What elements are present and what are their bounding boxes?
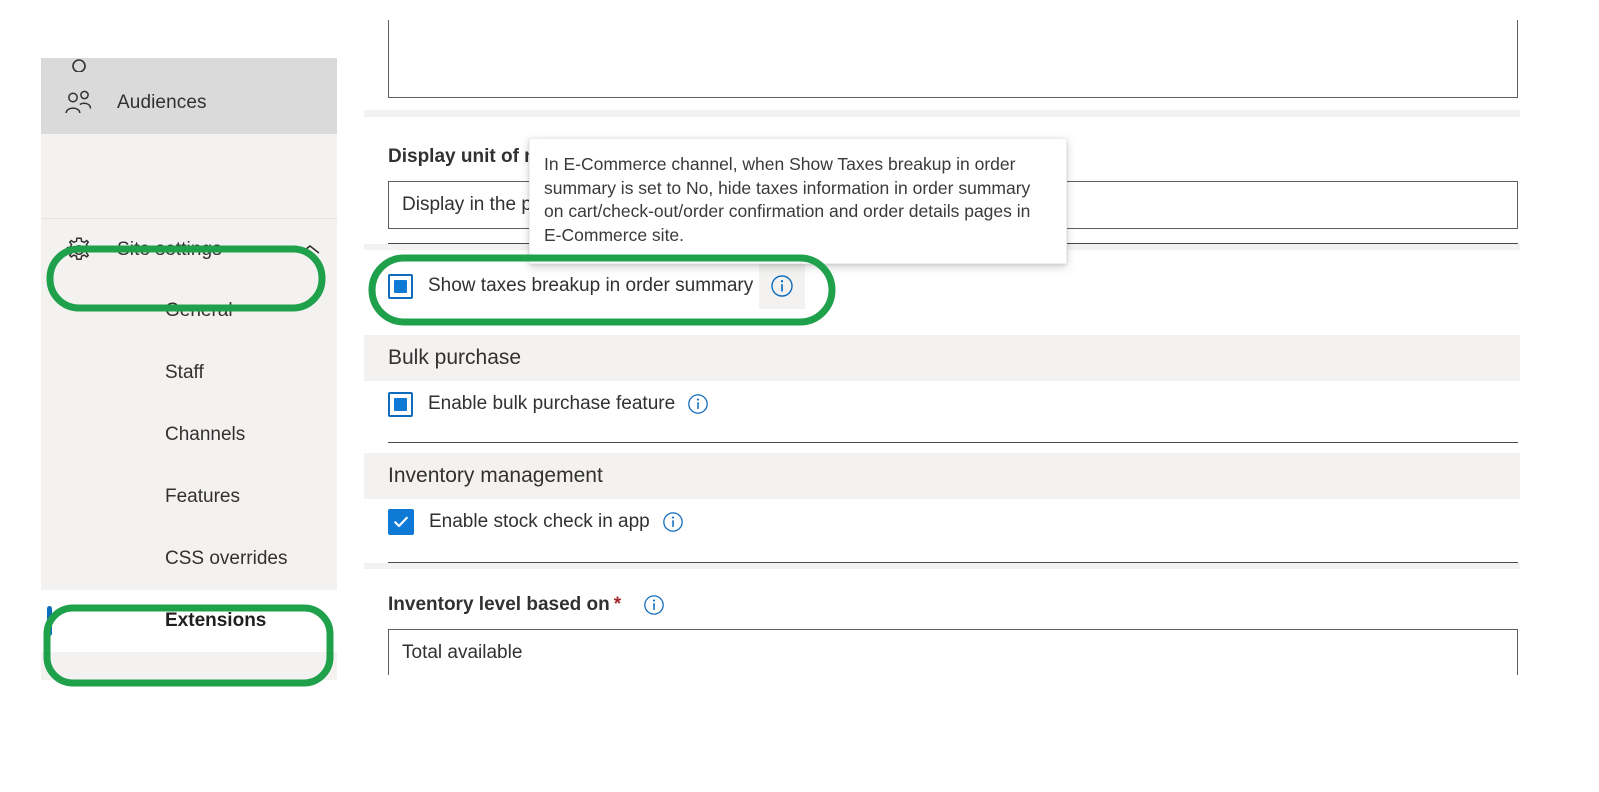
sidebar-item-css-overrides[interactable]: CSS overrides [41, 528, 337, 590]
sidebar-item-partial-above[interactable] [41, 58, 337, 72]
sidebar-navigation: Audiences Site settings General Staff Ch… [41, 58, 337, 680]
sidebar-item-label: Extensions [165, 610, 267, 631]
inventory-level-field-label: Inventory level based on * [388, 594, 665, 616]
enable-bulk-purchase-checkbox[interactable] [388, 391, 413, 417]
info-icon[interactable] [759, 263, 806, 309]
sidebar-item-label: Channels [165, 424, 246, 445]
enable-stock-check-checkbox[interactable] [388, 509, 414, 535]
sidebar-item-label: General [165, 300, 233, 321]
show-taxes-breakup-label: Show taxes breakup in order summary [428, 275, 754, 296]
sidebar-subitem-css-overrides-wrap: CSS overrides [41, 528, 337, 590]
inventory-level-value: Total available [402, 641, 523, 663]
sidebar-item-staff[interactable]: Staff [41, 342, 337, 404]
sidebar-item-general[interactable]: General [41, 280, 337, 342]
checkmark-icon [394, 516, 408, 528]
sidebar-subitem-extensions-wrap: Extensions [41, 590, 337, 652]
gear-icon [41, 235, 117, 265]
sidebar-item-label: Features [165, 486, 240, 507]
stock-check-row[interactable]: Enable stock check in app [388, 502, 684, 542]
section-divider-1 [364, 110, 1520, 117]
partial-icon [41, 58, 117, 72]
bulk-purchase-section-header: Bulk purchase [364, 335, 1520, 381]
inventory-level-input[interactable]: Total available [388, 629, 1518, 675]
sidebar-item-audiences[interactable]: Audiences [41, 72, 337, 134]
sidebar-subitem-features-wrap: Features [41, 466, 337, 528]
enable-stock-check-label: Enable stock check in app [429, 511, 650, 532]
required-asterisk: * [613, 594, 622, 615]
chevron-up-icon[interactable] [283, 243, 337, 257]
sidebar-item-channels[interactable]: Channels [41, 404, 337, 466]
sidebar-subitem-general-wrap: General [41, 280, 337, 342]
selected-indicator-bar [47, 606, 52, 636]
sidebar-item-label: CSS overrides [165, 548, 288, 569]
info-icon[interactable] [662, 511, 684, 533]
people-icon [41, 90, 117, 116]
inventory-management-section-header: Inventory management [364, 453, 1520, 499]
section-title: Bulk purchase [388, 346, 522, 369]
sidebar-subitem-staff-wrap: Staff [41, 342, 337, 404]
info-icon[interactable] [687, 393, 709, 415]
show-taxes-breakup-checkbox[interactable] [388, 273, 413, 299]
sidebar-item-label: Site settings [117, 238, 222, 260]
bulk-purchase-row[interactable]: Enable bulk purchase feature [388, 384, 709, 424]
sidebar-item-extensions[interactable]: Extensions [41, 590, 337, 652]
section-divider-3 [364, 563, 1520, 569]
show-taxes-breakup-row[interactable]: Show taxes breakup in order summary [388, 263, 806, 309]
info-icon[interactable] [643, 594, 665, 616]
top-partial-input[interactable] [388, 20, 1518, 98]
sidebar-item-features[interactable]: Features [41, 466, 337, 528]
sidebar-subitem-channels-wrap: Channels [41, 404, 337, 466]
sidebar-item-site-settings[interactable]: Site settings [41, 218, 337, 280]
field-underline-2 [388, 442, 1518, 443]
sidebar-item-label: Audiences [117, 92, 207, 113]
tooltip-text: In E-Commerce channel, when Show Taxes b… [544, 154, 1031, 245]
section-title: Inventory management [388, 464, 603, 487]
enable-bulk-purchase-label: Enable bulk purchase feature [428, 393, 676, 414]
sidebar-item-label: Staff [165, 362, 204, 383]
